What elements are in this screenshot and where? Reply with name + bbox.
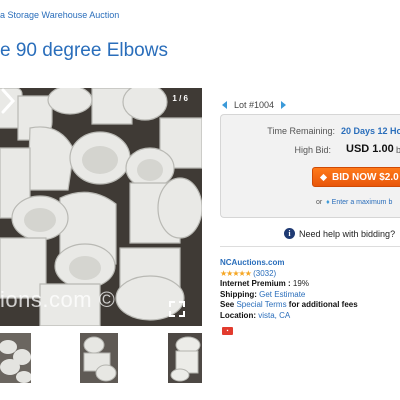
seller-name[interactable]: NCAuctions.com	[220, 258, 284, 267]
max-bid-arrow-icon: ♦	[326, 199, 330, 206]
time-remaining-value: 20 Days 12 Ho	[341, 126, 400, 136]
location-value[interactable]: vista, CA	[258, 311, 290, 320]
lot-number: Lot #1004	[234, 100, 275, 110]
fullscreen-icon[interactable]	[169, 301, 185, 317]
rating-count[interactable]: (3032)	[253, 269, 276, 278]
premium-value: 19%	[292, 279, 309, 288]
seller-info: NCAuctions.com ★★★★★ (3032) Internet Pre…	[220, 258, 358, 321]
seller-badge-icon: ▪	[222, 327, 233, 335]
divider	[220, 246, 400, 247]
bid-now-label: BID NOW $2.0	[332, 171, 399, 183]
time-remaining-label: Time Remaining:	[267, 126, 335, 136]
next-lot-icon[interactable]	[278, 100, 288, 110]
terms-prefix: See	[220, 300, 235, 309]
special-terms-link[interactable]: Special Terms	[236, 300, 286, 309]
max-bid-link[interactable]: Enter a maximum b	[332, 199, 393, 206]
thumbnail-2[interactable]	[80, 333, 118, 383]
shipping-estimate-link[interactable]: Get Estimate	[259, 290, 305, 299]
page-title: e 90 degree Elbows	[0, 40, 168, 61]
high-bid-suffix: b	[396, 145, 400, 155]
image-counter: 1 / 6	[172, 94, 188, 103]
terms-suffix: for additional fees	[288, 300, 358, 309]
bid-now-button[interactable]: BID NOW $2.0	[312, 167, 400, 187]
high-bid-value: USD 1.00	[346, 143, 394, 155]
thumbnail-1[interactable]	[0, 333, 31, 383]
next-image-arrow-icon[interactable]	[0, 88, 16, 114]
location-label: Location:	[220, 310, 256, 320]
max-bid-row: or ♦ Enter a maximum b	[316, 199, 392, 206]
info-icon: i	[284, 228, 295, 239]
lot-navigation: Lot #1004	[220, 100, 288, 110]
image-watermark: ions.com ©	[0, 287, 116, 312]
bidding-help[interactable]: i Need help with bidding?	[284, 228, 395, 239]
shipping-label: Shipping:	[220, 289, 257, 299]
previous-lot-icon[interactable]	[220, 100, 230, 110]
premium-label: Internet Premium :	[220, 279, 291, 288]
rating-stars: ★★★★★	[220, 268, 252, 278]
max-bid-prefix: or	[316, 199, 323, 206]
high-bid-label: High Bid:	[294, 145, 331, 155]
gavel-icon	[319, 173, 328, 181]
breadcrumb[interactable]: a Storage Warehouse Auction	[0, 10, 119, 20]
bidding-help-label: Need help with bidding?	[299, 228, 396, 239]
thumbnail-3[interactable]	[168, 333, 202, 383]
